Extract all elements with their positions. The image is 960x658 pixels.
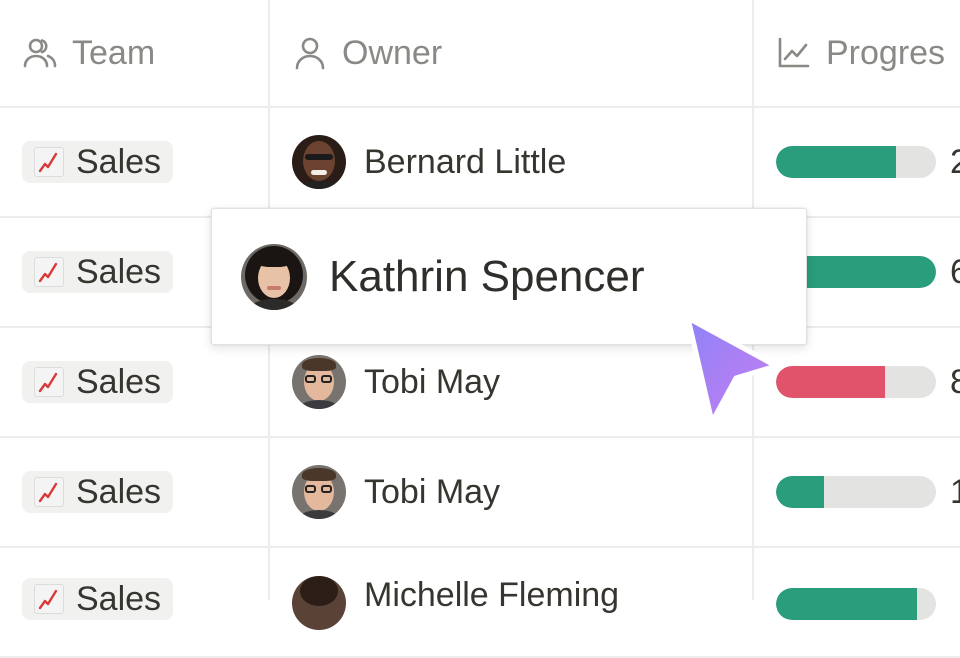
- owner-cell[interactable]: Tobi May: [270, 438, 752, 546]
- owner-name: Bernard Little: [364, 142, 567, 181]
- progress-cell[interactable]: [754, 548, 960, 656]
- drag-card-owner-name: Kathrin Spencer: [329, 251, 645, 301]
- owner-cell[interactable]: Michelle Fleming: [270, 548, 752, 656]
- progress-bar: [776, 476, 936, 508]
- team-tag[interactable]: Sales: [22, 141, 174, 183]
- owner-cell[interactable]: Bernard Little: [270, 108, 752, 216]
- column-label-progress: Progres: [826, 33, 946, 72]
- avatar: [292, 355, 346, 409]
- table-row[interactable]: Sales Bernard Little 2: [0, 108, 960, 218]
- column-header-progress[interactable]: Progres: [754, 0, 960, 106]
- column-label-owner: Owner: [342, 33, 443, 72]
- progress-bar-fill: [776, 146, 896, 178]
- chart-increasing-emoji-icon: [34, 147, 64, 177]
- chart-increasing-emoji-icon: [34, 257, 64, 287]
- column-header-owner[interactable]: Owner: [270, 0, 752, 106]
- column-header-team[interactable]: Team: [0, 0, 268, 106]
- chart-increasing-emoji-icon: [34, 584, 64, 614]
- team-tag-label: Sales: [76, 579, 162, 618]
- progress-bar: [776, 588, 936, 620]
- progress-bar: [776, 146, 936, 178]
- team-tag-label: Sales: [76, 472, 162, 511]
- team-tag[interactable]: Sales: [22, 251, 174, 293]
- team-tag-label: Sales: [76, 252, 162, 291]
- progress-value: 2: [950, 142, 960, 181]
- owner-name: Michelle Fleming: [364, 576, 620, 614]
- person-icon: [292, 35, 328, 71]
- progress-value: 1: [950, 472, 960, 511]
- team-cell[interactable]: Sales: [0, 548, 268, 656]
- team-tag[interactable]: Sales: [22, 578, 174, 620]
- chart-increasing-emoji-icon: [34, 367, 64, 397]
- progress-bar: [776, 366, 936, 398]
- line-chart-icon: [776, 35, 812, 71]
- avatar: [292, 465, 346, 519]
- avatar: [292, 576, 346, 630]
- progress-bar-fill: [776, 476, 824, 508]
- table-header: Team Owner Progres: [0, 0, 960, 108]
- progress-cell[interactable]: 1: [754, 438, 960, 546]
- table-row[interactable]: Sales Michelle Fleming: [0, 548, 960, 658]
- people-icon: [22, 35, 58, 71]
- owner-name: Tobi May: [364, 362, 501, 401]
- cursor-pointer-icon: [678, 312, 788, 437]
- table-row[interactable]: Sales Tobi May 1: [0, 438, 960, 548]
- progress-cell[interactable]: 2: [754, 108, 960, 216]
- progress-value: 6: [950, 252, 960, 291]
- team-cell[interactable]: Sales: [0, 438, 268, 546]
- chart-increasing-emoji-icon: [34, 477, 64, 507]
- team-cell[interactable]: Sales: [0, 108, 268, 216]
- progress-bar-fill: [776, 366, 885, 398]
- avatar: [292, 135, 346, 189]
- team-tag[interactable]: Sales: [22, 361, 174, 403]
- team-tag-label: Sales: [76, 362, 162, 401]
- progress-value: 8: [950, 362, 960, 401]
- team-tag-label: Sales: [76, 142, 162, 181]
- progress-bar-fill: [776, 588, 917, 620]
- team-tag[interactable]: Sales: [22, 471, 174, 513]
- owner-name: Tobi May: [364, 472, 501, 511]
- avatar: [241, 243, 307, 310]
- column-label-team: Team: [72, 33, 156, 72]
